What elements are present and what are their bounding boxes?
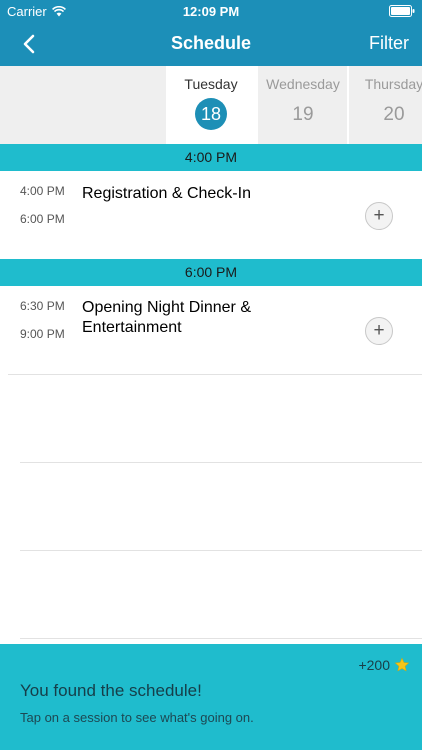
row-divider bbox=[20, 550, 422, 551]
add-session-button[interactable]: + bbox=[365, 317, 393, 345]
toast-headline: You found the schedule! bbox=[20, 681, 202, 700]
status-time: 12:09 PM bbox=[182, 4, 240, 19]
row-divider bbox=[20, 462, 422, 463]
session-end-time: 9:00 PM bbox=[20, 327, 65, 341]
day-number: 19 bbox=[292, 104, 314, 125]
day-number: 20 bbox=[383, 104, 405, 125]
page-title: Schedule bbox=[170, 33, 252, 53]
add-session-button[interactable]: + bbox=[365, 202, 393, 230]
day-tab-wednesday[interactable]: Wednesday 19 bbox=[258, 66, 348, 144]
session-row[interactable]: 6:30 PM 9:00 PM Opening Night Dinner & E… bbox=[0, 286, 422, 374]
day-selector: Tuesday 18 Wednesday 19 Thursday 20 bbox=[0, 66, 422, 144]
star-icon bbox=[394, 657, 410, 672]
toast-subtext: Tap on a session to see what's going on. bbox=[20, 710, 254, 725]
points-badge: +200 bbox=[358, 657, 410, 673]
session-start-time: 6:30 PM bbox=[20, 299, 65, 313]
session-start-time: 4:00 PM bbox=[20, 184, 65, 198]
day-number: 18 bbox=[195, 98, 227, 130]
achievement-toast[interactable]: +200 You found the schedule! Tap on a se… bbox=[0, 644, 422, 750]
row-divider bbox=[20, 638, 422, 639]
back-button[interactable] bbox=[16, 30, 42, 58]
section-header: 4:00 PM bbox=[0, 144, 422, 171]
status-bar: Carrier 12:09 PM bbox=[0, 0, 422, 22]
filter-button[interactable]: Filter bbox=[369, 33, 409, 54]
row-divider bbox=[8, 374, 422, 375]
session-title: Registration & Check-In bbox=[82, 185, 251, 202]
day-name: Thursday bbox=[364, 76, 422, 92]
section-header: 6:00 PM bbox=[0, 259, 422, 286]
day-tab-thursday[interactable]: Thursday 20 bbox=[349, 66, 422, 144]
session-title: Opening Night Dinner & Entertainment bbox=[82, 299, 251, 336]
points-value: +200 bbox=[358, 657, 390, 673]
chevron-left-icon bbox=[23, 34, 35, 54]
session-end-time: 6:00 PM bbox=[20, 212, 65, 226]
day-tab-tuesday[interactable]: Tuesday 18 bbox=[166, 66, 256, 144]
battery-icon bbox=[389, 5, 415, 20]
nav-bar: Schedule Filter bbox=[0, 22, 422, 66]
session-row[interactable]: 4:00 PM 6:00 PM Registration & Check-In … bbox=[0, 171, 422, 259]
